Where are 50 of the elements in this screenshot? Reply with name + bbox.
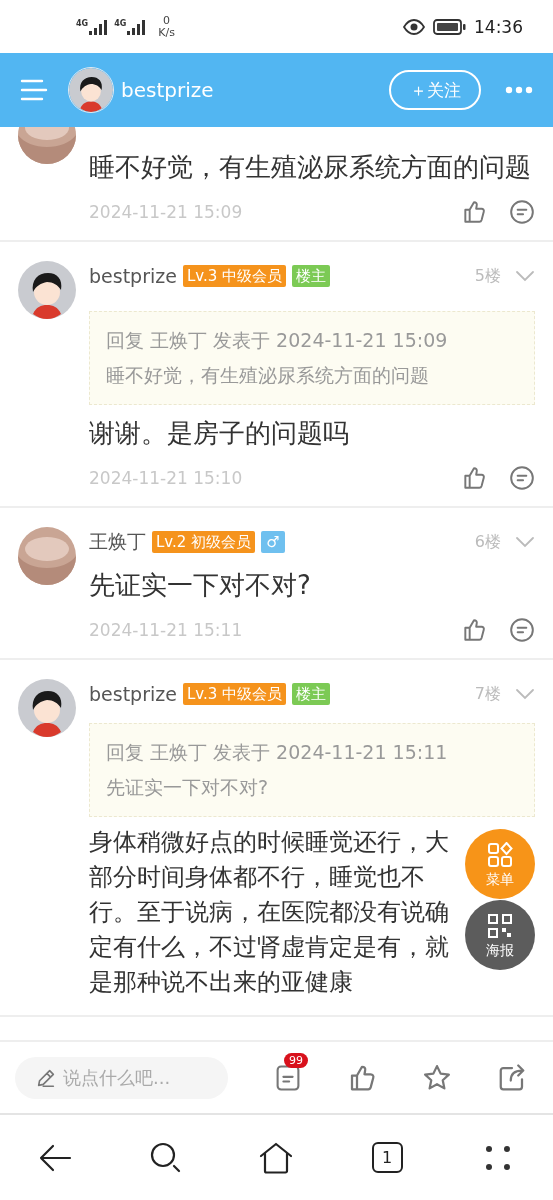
quote-header: 回复 王焕丁 发表于 2024-11-21 15:09 [106, 328, 449, 353]
speed-unit: K/s [158, 26, 175, 39]
battery-icon [433, 18, 466, 35]
menu-icon[interactable] [20, 79, 48, 101]
comment-count-badge: 99 [284, 1052, 308, 1068]
network-speed: 0 [163, 14, 171, 27]
back-icon[interactable] [38, 1142, 73, 1173]
avatar[interactable] [68, 67, 114, 113]
quote-header: 回复 王焕丁 发表于 2024-11-21 15:11 [106, 740, 449, 765]
gender-badge: ♂ [261, 531, 285, 553]
comments-icon[interactable] [274, 1062, 302, 1093]
grid-icon [487, 841, 513, 868]
floor-number: 7楼 [474, 683, 501, 705]
post-content: 先证实一下对不对? [89, 569, 312, 602]
avatar[interactable] [18, 261, 76, 319]
owner-badge: 楼主 [292, 683, 331, 705]
network-type-label: 4G [114, 18, 127, 29]
share-icon[interactable] [497, 1062, 527, 1093]
level-badge: Lv.3 中级会员 [182, 265, 287, 287]
thumbs-up-icon[interactable] [461, 617, 487, 643]
thumbs-up-icon[interactable] [461, 465, 487, 491]
search-icon[interactable] [149, 1141, 182, 1174]
post-content: 睡不好觉，有生殖泌尿系统方面的问题 [89, 151, 532, 184]
more-icon[interactable] [484, 1144, 511, 1171]
floor-number: 6楼 [474, 531, 501, 553]
quote-text: 先证实一下对不对? [106, 775, 270, 800]
level-badge: Lv.2 初级会员 [152, 531, 256, 553]
floor-number: 5楼 [474, 265, 501, 287]
network-type-label: 4G [76, 18, 89, 29]
user-name[interactable]: bestprize [89, 265, 177, 287]
home-icon[interactable] [259, 1141, 294, 1174]
user-name: bestprize [121, 78, 215, 102]
comment-icon[interactable] [509, 199, 535, 225]
comment-icon[interactable] [509, 465, 535, 491]
tab-count-button[interactable]: 1 [371, 1142, 403, 1173]
clock-time: 14:36 [474, 16, 523, 37]
post-content: 谢谢。是房子的问题吗 [89, 417, 350, 450]
poster-button[interactable]: 海报 [465, 900, 535, 970]
owner-badge: 楼主 [292, 265, 331, 287]
level-badge: Lv.3 中级会员 [182, 683, 287, 705]
post-content: 身体稍微好点的时候睡觉还行，大部分时间身体都不行，睡觉也不行。至于说病，在医院都没有说确定有什么，不过肾虚肯定是有，就是那种说不出来的亚健康 [89, 827, 450, 998]
thumbs-up-icon[interactable] [461, 199, 487, 225]
avatar[interactable] [18, 679, 76, 737]
star-icon[interactable] [422, 1062, 452, 1093]
comment-icon[interactable] [509, 617, 535, 643]
user-name[interactable]: 王焕丁 [89, 529, 146, 555]
quote-text: 睡不好觉，有生殖泌尿系统方面的问题 [106, 363, 430, 388]
qr-code-icon [487, 912, 513, 939]
user-name[interactable]: bestprize [89, 683, 177, 705]
eye-icon [403, 18, 425, 35]
